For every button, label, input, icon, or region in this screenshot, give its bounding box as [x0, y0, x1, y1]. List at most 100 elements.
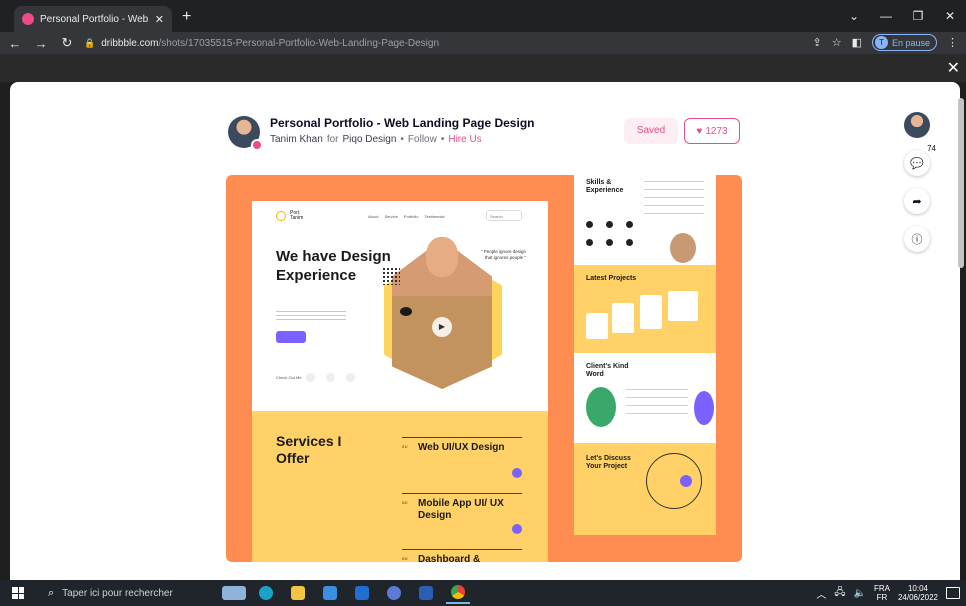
saved-button[interactable]: Saved: [624, 118, 678, 144]
follow-link[interactable]: Follow: [408, 134, 437, 145]
author-avatar[interactable]: [228, 116, 263, 151]
preview-social-icon: [346, 373, 355, 382]
chevron-up-icon[interactable]: ︿: [816, 586, 826, 601]
preview-check-out-me: Check Out Me: [276, 375, 302, 380]
new-tab-button[interactable]: +: [182, 8, 191, 26]
preview-contact-heading: Let's Discuss Your Project: [586, 455, 631, 470]
address-bar[interactable]: 🔒 dribbble.com /shots/17035515-Personal-…: [84, 35, 804, 51]
preview-nav-item: Testimonial: [424, 214, 445, 219]
preview-send-icon: [680, 475, 692, 487]
store-app-icon[interactable]: [318, 582, 342, 604]
preview-service-item: 03/ Dashboard &: [402, 549, 522, 562]
hire-us-link[interactable]: Hire Us: [448, 134, 481, 145]
shot-modal: Personal Portfolio - Web Landing Page De…: [10, 82, 960, 580]
preview-nav-item: About: [368, 214, 379, 219]
modal-backdrop: [0, 54, 966, 82]
like-button[interactable]: ♥ 1273: [684, 118, 740, 144]
url-domain: dribbble.com: [101, 37, 159, 49]
language-indicator[interactable]: FRA FR: [874, 584, 890, 602]
preview-skill-icon: [626, 239, 633, 246]
preview-logo-text: Port. Tanim: [290, 210, 304, 221]
preview-nav: About Service Portfolio Testimonial: [368, 214, 445, 219]
comments-count: 74: [927, 144, 936, 153]
word-app-icon[interactable]: [414, 582, 438, 604]
clock[interactable]: 10:04 24/06/2022: [898, 584, 938, 602]
preview-client-photo: [586, 387, 616, 427]
lock-icon[interactable]: 🔒: [84, 38, 95, 49]
preview-search: Search: [486, 210, 522, 221]
windows-logo-icon: [12, 587, 24, 599]
modal-close-icon[interactable]: ✕: [947, 58, 960, 78]
preview-projects-heading: Latest Projects: [586, 275, 637, 282]
reload-button[interactable]: ↻: [56, 35, 78, 51]
share-button[interactable]: ➦: [904, 188, 930, 214]
language-code: FRA: [873, 584, 890, 593]
details-button[interactable]: ⓘ: [904, 226, 930, 252]
profile-status: En pause: [891, 37, 930, 48]
preview-quote: " People ignore design that ignores peop…: [480, 249, 526, 260]
profile-button[interactable]: T En pause: [871, 34, 937, 51]
volume-icon[interactable]: 🔈: [854, 588, 866, 599]
preview-side-panel: Skills & Experience Latest Projects Clie…: [574, 175, 716, 535]
preview-experience-list: [644, 181, 704, 221]
team-badge-icon: [251, 139, 263, 151]
close-window-button[interactable]: ✕: [934, 0, 966, 32]
browser-tab[interactable]: Personal Portfolio - Web Landing ✕: [14, 6, 172, 32]
notifications-icon[interactable]: [946, 587, 960, 599]
preview-hero-heading: We have Design Experience: [276, 248, 391, 284]
shot-byline: Tanim Khan for Piqo Design • Follow • Hi…: [270, 134, 482, 145]
tab-close-icon[interactable]: ✕: [155, 13, 164, 26]
preview-contact-circle: [646, 453, 702, 509]
restore-button[interactable]: ❐: [902, 0, 934, 32]
comments-button[interactable]: 💬 74: [904, 144, 936, 176]
side-author-avatar[interactable]: [904, 112, 930, 138]
profile-avatar: T: [874, 36, 888, 49]
author-name-link[interactable]: Tanim Khan: [270, 134, 323, 145]
comment-icon: 💬: [910, 157, 924, 170]
preview-services-heading: Services I Offer: [276, 433, 342, 466]
play-icon: ▶: [432, 317, 452, 337]
browser-tabbar: Personal Portfolio - Web Landing ✕ + ⌄ —…: [0, 0, 966, 32]
minimize-button[interactable]: —: [870, 0, 902, 32]
for-text: for: [326, 134, 339, 145]
mail-app-icon[interactable]: [350, 582, 374, 604]
back-button[interactable]: ←: [4, 36, 26, 51]
share-icon[interactable]: ⇪: [812, 36, 821, 49]
scrollbar-thumb[interactable]: [958, 98, 964, 268]
app-icon[interactable]: [382, 582, 406, 604]
forward-button[interactable]: →: [30, 36, 52, 51]
bookmark-star-icon[interactable]: ☆: [832, 36, 842, 49]
windows-taskbar: ⌕ Taper ici pour rechercher ︿ 🖧 🔈 FRA FR…: [0, 580, 966, 606]
share-arrow-icon: ➦: [912, 195, 922, 208]
tab-title: Personal Portfolio - Web Landing: [40, 13, 149, 25]
preview-service-num: 02/: [402, 500, 408, 505]
preview-project-card: [612, 303, 634, 333]
preview-testimonial-text: [626, 389, 688, 419]
taskbar-search[interactable]: ⌕ Taper ici pour rechercher: [40, 583, 220, 603]
preview-service-label: Mobile App UI/ UX Design: [418, 498, 504, 521]
widgets-app-icon[interactable]: [222, 582, 246, 604]
page-scrollbar[interactable]: [958, 88, 964, 568]
preview-service-item: 01/ Web UI/UX Design: [402, 437, 522, 487]
tab-search-icon[interactable]: ⌄: [838, 0, 870, 32]
preview-main-panel: Port. Tanim About Service Portfolio Test…: [252, 201, 548, 562]
heart-icon: ♥: [696, 125, 703, 137]
preview-skill-icon: [586, 221, 593, 228]
preview-clients-heading: Client's Kind Word: [586, 363, 629, 378]
start-button[interactable]: [0, 580, 36, 606]
preview-service-num: 01/: [402, 444, 408, 449]
shot-preview-image[interactable]: Port. Tanim About Service Portfolio Test…: [226, 175, 742, 562]
url-path: /shots/17035515-Personal-Portfolio-Web-L…: [158, 37, 440, 49]
preview-blob-decoration: [400, 307, 412, 316]
preview-social-icon: [326, 373, 335, 382]
file-explorer-app-icon[interactable]: [286, 582, 310, 604]
chrome-app-icon[interactable]: [446, 582, 470, 604]
side-panel-icon[interactable]: ◧: [852, 36, 862, 49]
edge-app-icon[interactable]: [254, 582, 278, 604]
preview-nav-item: Portfolio: [403, 214, 419, 219]
side-actions: 💬 74 ➦ ⓘ: [904, 112, 936, 264]
team-name-link[interactable]: Piqo Design: [342, 134, 396, 145]
menu-kebab-icon[interactable]: ⋮: [947, 36, 958, 49]
network-icon[interactable]: 🖧: [834, 585, 845, 602]
shot-title: Personal Portfolio - Web Landing Page De…: [270, 116, 535, 130]
